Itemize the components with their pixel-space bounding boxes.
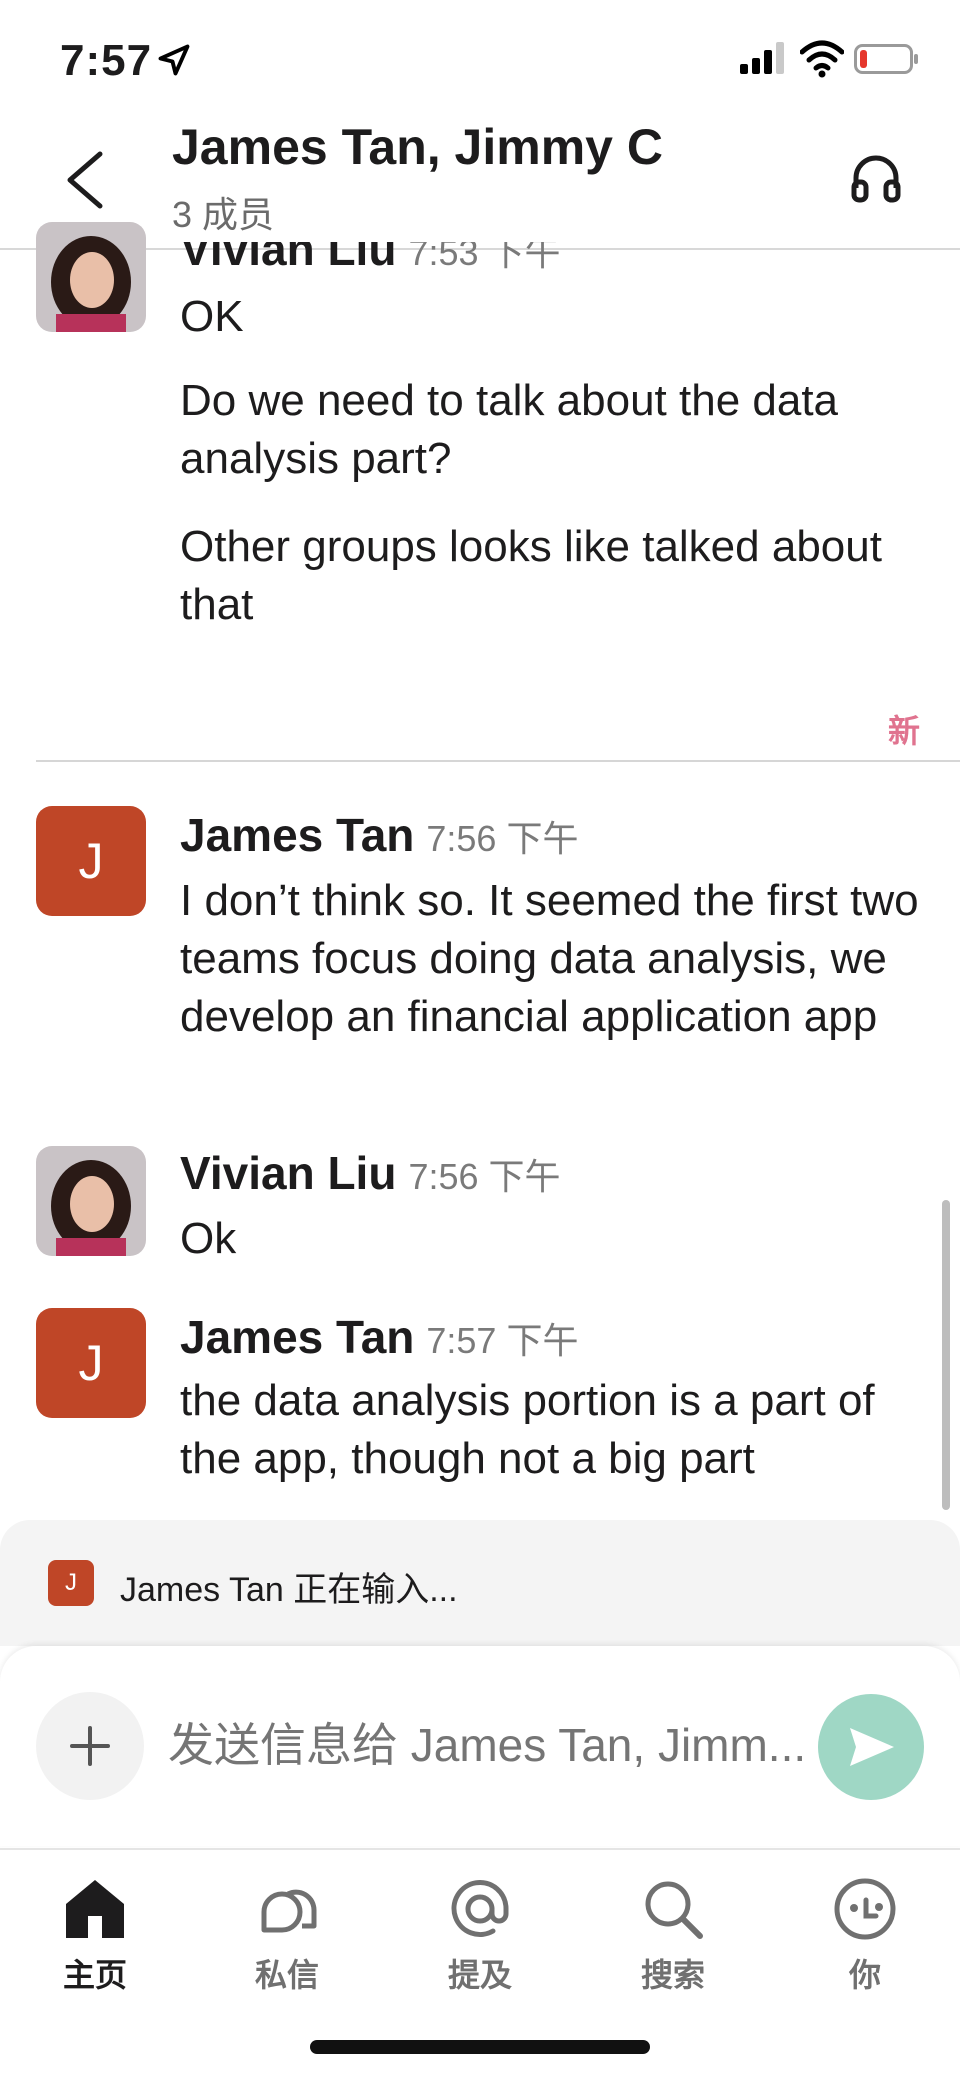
message-text: I don’t think so. It seemed the first tw… bbox=[180, 876, 919, 1041]
send-button[interactable] bbox=[818, 1694, 924, 1800]
message-text: Other groups looks like talked about tha… bbox=[180, 522, 882, 629]
tab-home[interactable]: 主页 bbox=[20, 1874, 170, 2014]
profile-icon bbox=[834, 1878, 896, 1940]
message-text: the data analysis portion is a part of t… bbox=[180, 1376, 875, 1483]
tab-label: 私信 bbox=[254, 1957, 319, 1993]
status-bar: 7:57 bbox=[0, 0, 960, 110]
tab-direct-messages[interactable]: 私信 bbox=[212, 1874, 362, 2014]
message-timestamp: 7:56 下午 bbox=[408, 1156, 561, 1197]
scrollbar[interactable] bbox=[942, 1200, 950, 1510]
typing-indicator: J James Tan 正在输入... bbox=[0, 1520, 960, 1646]
message-author[interactable]: Vivian Liu 7:56 下午 bbox=[180, 1146, 561, 1200]
avatar-james-tan[interactable]: J bbox=[36, 806, 146, 916]
message-text: Do we need to talk about the data analys… bbox=[180, 376, 839, 483]
home-indicator[interactable] bbox=[310, 2040, 650, 2054]
message-timestamp: 7:57 下午 bbox=[426, 1320, 579, 1361]
direct-messages-icon bbox=[261, 1889, 317, 1933]
conversation-title[interactable]: James Tan, Jimmy C bbox=[172, 118, 663, 176]
at-mention-icon bbox=[451, 1879, 509, 1937]
plus-icon bbox=[70, 1726, 110, 1766]
headphones-icon[interactable] bbox=[848, 150, 904, 206]
tab-label: 搜索 bbox=[640, 1957, 705, 1993]
typing-text: James Tan 正在输入... bbox=[120, 1571, 458, 1609]
tab-label: 提及 bbox=[447, 1957, 512, 1993]
search-icon bbox=[645, 1881, 703, 1939]
battery-icon bbox=[854, 44, 918, 74]
cellular-signal-icon bbox=[740, 42, 784, 74]
message-author[interactable]: James Tan 7:56 下午 bbox=[180, 808, 578, 862]
new-messages-divider bbox=[36, 760, 960, 762]
message-timestamp: 7:56 下午 bbox=[426, 818, 579, 859]
avatar-vivian-liu[interactable] bbox=[36, 222, 146, 332]
tab-label: 你 bbox=[848, 1957, 881, 1993]
avatar-james-tan[interactable]: J bbox=[36, 1308, 146, 1418]
tab-label: 主页 bbox=[62, 1957, 127, 1993]
conversation-header: James Tan, Jimmy C 3 成员 bbox=[0, 110, 960, 250]
message-input[interactable] bbox=[168, 1710, 808, 1780]
add-attachment-button[interactable] bbox=[36, 1692, 144, 1800]
back-chevron-icon[interactable] bbox=[62, 150, 106, 210]
tab-mentions[interactable]: 提及 bbox=[405, 1874, 555, 2014]
home-icon bbox=[66, 1880, 124, 1938]
message-composer bbox=[0, 1646, 960, 1846]
new-messages-label: 新 bbox=[888, 713, 921, 749]
member-count[interactable]: 3 成员 bbox=[172, 186, 274, 238]
status-time: 7:57 bbox=[60, 36, 153, 85]
message-text: Ok bbox=[180, 1214, 237, 1263]
wifi-icon bbox=[800, 40, 844, 78]
tab-search[interactable]: 搜索 bbox=[598, 1874, 748, 2014]
location-arrow-icon bbox=[158, 44, 190, 76]
message-author[interactable]: James Tan 7:57 下午 bbox=[180, 1310, 578, 1364]
message-text: OK bbox=[180, 292, 244, 341]
send-icon bbox=[850, 1728, 894, 1766]
avatar-vivian-liu[interactable] bbox=[36, 1146, 146, 1256]
typing-avatar: J bbox=[48, 1560, 94, 1606]
tab-you[interactable]: 你 bbox=[790, 1874, 940, 2014]
